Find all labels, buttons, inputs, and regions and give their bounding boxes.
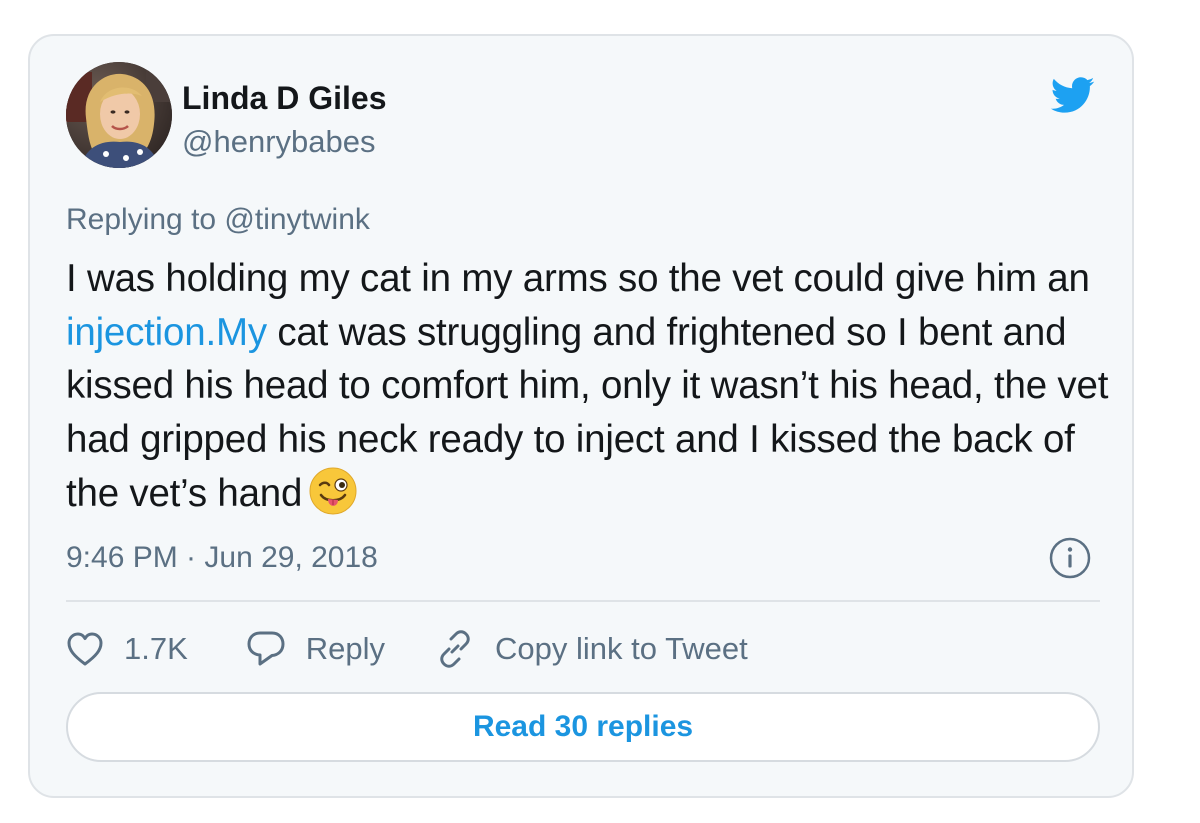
copy-link-label: Copy link to Tweet xyxy=(495,631,748,666)
tweet-text: I was holding my cat in my arms so the v… xyxy=(66,252,1116,521)
divider xyxy=(66,600,1100,602)
tweet-timestamp[interactable]: 9:46 PM · Jun 29, 2018 xyxy=(66,540,378,576)
link-icon xyxy=(440,630,470,668)
heart-icon xyxy=(67,632,103,666)
tweet-actions: 1.7K Reply Copy link to Tweet xyxy=(66,626,748,672)
tweet-card[interactable]: Linda D Giles @henrybabes Replying to @t… xyxy=(28,34,1134,798)
like-count: 1.7K xyxy=(124,631,188,666)
info-icon[interactable] xyxy=(1048,536,1092,580)
cropped-heading-fragment xyxy=(50,0,68,4)
tweet-link[interactable]: injection.My xyxy=(66,311,267,354)
author-handle[interactable]: @henrybabes xyxy=(182,124,375,160)
read-replies-button[interactable]: Read 30 replies xyxy=(66,692,1100,762)
author-name[interactable]: Linda D Giles xyxy=(182,80,386,116)
speech-bubble-icon xyxy=(247,631,285,666)
twitter-bird-icon[interactable] xyxy=(1044,72,1100,118)
replying-to-label: Replying to @tinytwink xyxy=(66,203,370,236)
tweet-text-part1: I was holding my cat in my arms so the v… xyxy=(66,257,1090,300)
reply-label: Reply xyxy=(305,631,386,666)
copy-link-button[interactable]: Copy link to Tweet xyxy=(435,629,748,669)
winking-face-with-tongue-emoji-icon xyxy=(309,467,357,515)
reply-button[interactable]: Reply xyxy=(246,630,385,668)
avatar[interactable] xyxy=(66,62,172,168)
like-button[interactable]: 1.7K xyxy=(66,631,188,667)
